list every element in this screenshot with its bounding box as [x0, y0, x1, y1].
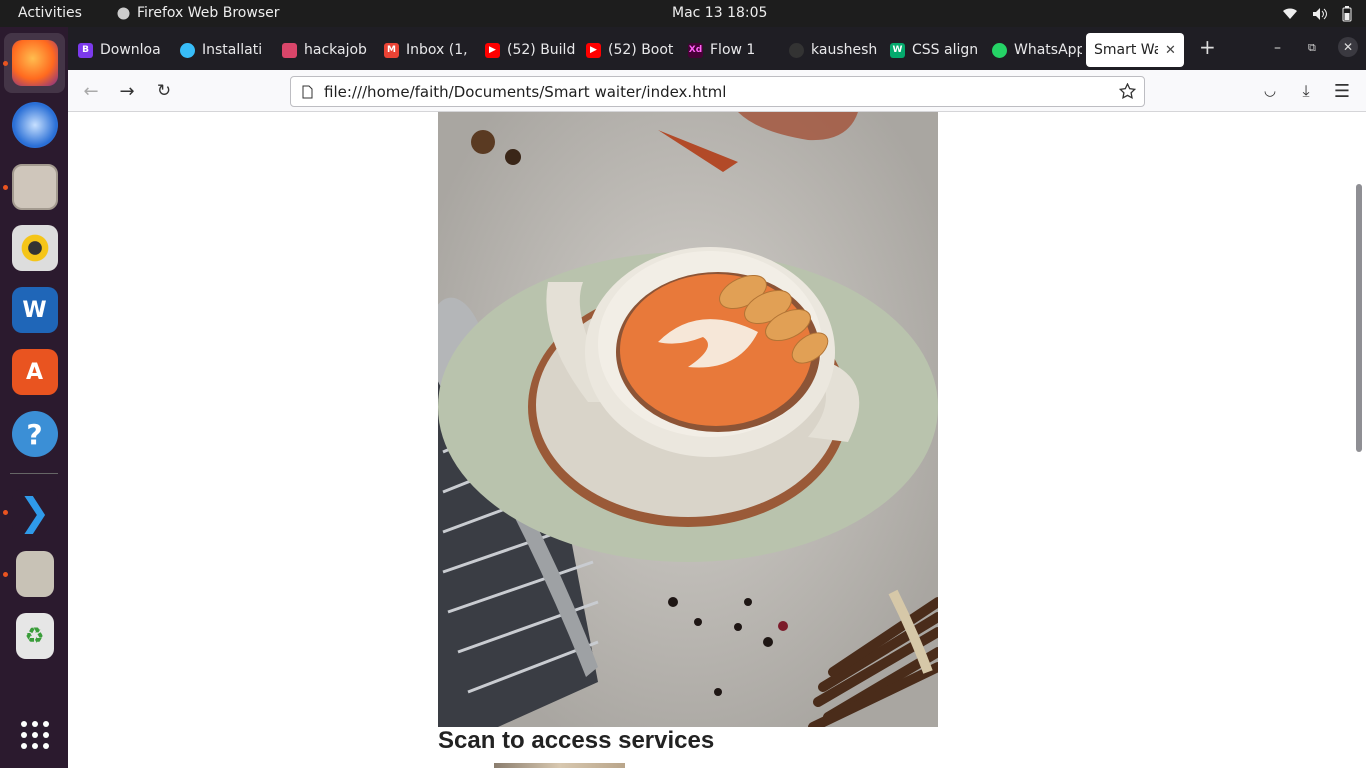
wifi-icon — [1283, 8, 1297, 19]
tab-label: kaushesh — [811, 42, 878, 58]
tab-tailwind[interactable]: Installati — [180, 33, 270, 67]
activities-button[interactable]: Activities — [18, 5, 82, 21]
clock[interactable]: Mac 13 18:05 — [672, 5, 767, 21]
running-indicator — [3, 572, 8, 577]
tab-youtube-build[interactable]: ▶ (52) Build — [485, 33, 575, 67]
app-grid-icon — [20, 721, 49, 749]
tab-label: WhatsApp — [1014, 42, 1082, 58]
app-name: Firefox Web Browser — [137, 5, 280, 21]
hackajob-icon — [282, 42, 297, 58]
tab-label: CSS align — [912, 42, 979, 58]
system-top-bar: Activities Firefox Web Browser Mac 13 18… — [0, 0, 1366, 27]
reload-icon[interactable]: ↻ — [153, 80, 175, 102]
minimize-icon[interactable]: – — [1274, 40, 1281, 56]
dock-files[interactable] — [4, 157, 65, 217]
tab-whatsapp[interactable]: WhatsApp — [992, 33, 1082, 67]
url-text[interactable]: file:///home/faith/Documents/Smart waite… — [324, 83, 726, 101]
soup-hero-image — [438, 112, 938, 727]
tab-flow[interactable]: Xd Flow 1 — [688, 33, 778, 67]
tab-label: Flow 1 — [710, 42, 756, 58]
w3-icon: W — [890, 42, 905, 58]
running-indicator — [3, 61, 8, 66]
close-tab-icon[interactable]: ✕ — [1165, 43, 1176, 58]
tab-w3schools[interactable]: W CSS align — [890, 33, 980, 67]
bookmark-star-icon[interactable] — [1119, 83, 1136, 100]
dock-app-center[interactable]: A — [4, 342, 65, 402]
trash-icon: ♻ — [15, 613, 54, 659]
dock-writer[interactable]: W — [4, 280, 65, 340]
dock-archive[interactable] — [4, 544, 65, 604]
qr-image-partial — [494, 763, 625, 768]
scrollbar-thumb[interactable] — [1356, 184, 1362, 452]
downloads-icon[interactable]: ⤓ — [1295, 80, 1317, 102]
dock-vscode[interactable]: ❯ — [4, 482, 65, 542]
dock-show-apps[interactable] — [4, 705, 65, 765]
tab-label: Downloa — [100, 42, 161, 58]
rhythmbox-icon — [11, 225, 58, 271]
vscode-icon: ❯ — [11, 489, 58, 535]
menu-icon[interactable]: ☰ — [1331, 80, 1353, 102]
dock-firefox[interactable] — [4, 33, 65, 93]
xd-icon: Xd — [688, 42, 703, 58]
dock-rhythmbox[interactable] — [4, 218, 65, 278]
tailwind-icon — [180, 42, 195, 58]
tab-label: (52) Build — [507, 42, 575, 58]
whatsapp-icon — [992, 42, 1007, 58]
volume-icon — [1313, 7, 1327, 20]
firefox-icon — [11, 40, 58, 86]
tab-label: Installati — [202, 42, 263, 58]
close-window-icon[interactable]: ✕ — [1338, 37, 1358, 57]
gmail-icon: M — [384, 42, 399, 58]
nav-toolbar: ← → ↻ file:///home/faith/Documents/Smart… — [68, 70, 1366, 112]
tab-gmail[interactable]: M Inbox (1, — [384, 33, 474, 67]
dock-help[interactable]: ? — [4, 404, 65, 464]
tab-bootstrap[interactable]: B Downloa — [78, 33, 166, 67]
page-icon — [302, 85, 313, 99]
dock: W A ? ❯ ♻ — [0, 27, 68, 768]
tab-label: hackajob — [304, 42, 367, 58]
tab-smart-waiter[interactable]: Smart Wa ✕ — [1086, 33, 1184, 67]
writer-icon: W — [11, 287, 58, 333]
youtube-icon: ▶ — [586, 42, 601, 58]
page-viewport: Scan to access services — [68, 112, 1366, 768]
dock-thunderbird[interactable] — [4, 95, 65, 155]
system-tray[interactable] — [1282, 3, 1352, 24]
tab-github[interactable]: kaushesh — [789, 33, 879, 67]
tab-youtube-boot[interactable]: ▶ (52) Boot — [586, 33, 676, 67]
tab-label: (52) Boot — [608, 42, 674, 58]
soup-photo — [438, 112, 938, 727]
files-icon — [11, 164, 58, 210]
back-icon[interactable]: ← — [80, 80, 102, 102]
tab-label: Smart Wa — [1094, 42, 1158, 58]
app-center-icon: A — [11, 349, 58, 395]
archive-icon — [15, 551, 54, 597]
dock-divider — [10, 473, 58, 474]
tab-label: Inbox (1, — [406, 42, 468, 58]
tab-bar: B Downloa Installati hackajob M Inbox (1, … — [68, 27, 1366, 70]
new-tab-icon[interactable]: + — [1199, 35, 1216, 59]
help-icon: ? — [11, 411, 58, 457]
youtube-icon: ▶ — [485, 42, 500, 58]
app-menu[interactable]: Firefox Web Browser — [117, 5, 280, 21]
restore-icon[interactable]: ⧉ — [1308, 41, 1316, 55]
forward-icon[interactable]: → — [116, 80, 138, 102]
battery-icon — [1342, 5, 1352, 21]
dock-trash[interactable]: ♻ — [4, 606, 65, 666]
running-indicator — [3, 185, 8, 190]
tab-hackajob[interactable]: hackajob — [282, 33, 372, 67]
bootstrap-icon: B — [78, 42, 93, 58]
github-icon — [789, 42, 804, 58]
running-indicator — [3, 510, 8, 515]
thunderbird-icon — [11, 102, 58, 148]
page-heading: Scan to access services — [438, 727, 715, 754]
firefox-small-icon — [117, 7, 130, 19]
url-bar[interactable]: file:///home/faith/Documents/Smart waite… — [290, 76, 1145, 107]
pocket-icon[interactable]: ◡ — [1259, 80, 1281, 102]
